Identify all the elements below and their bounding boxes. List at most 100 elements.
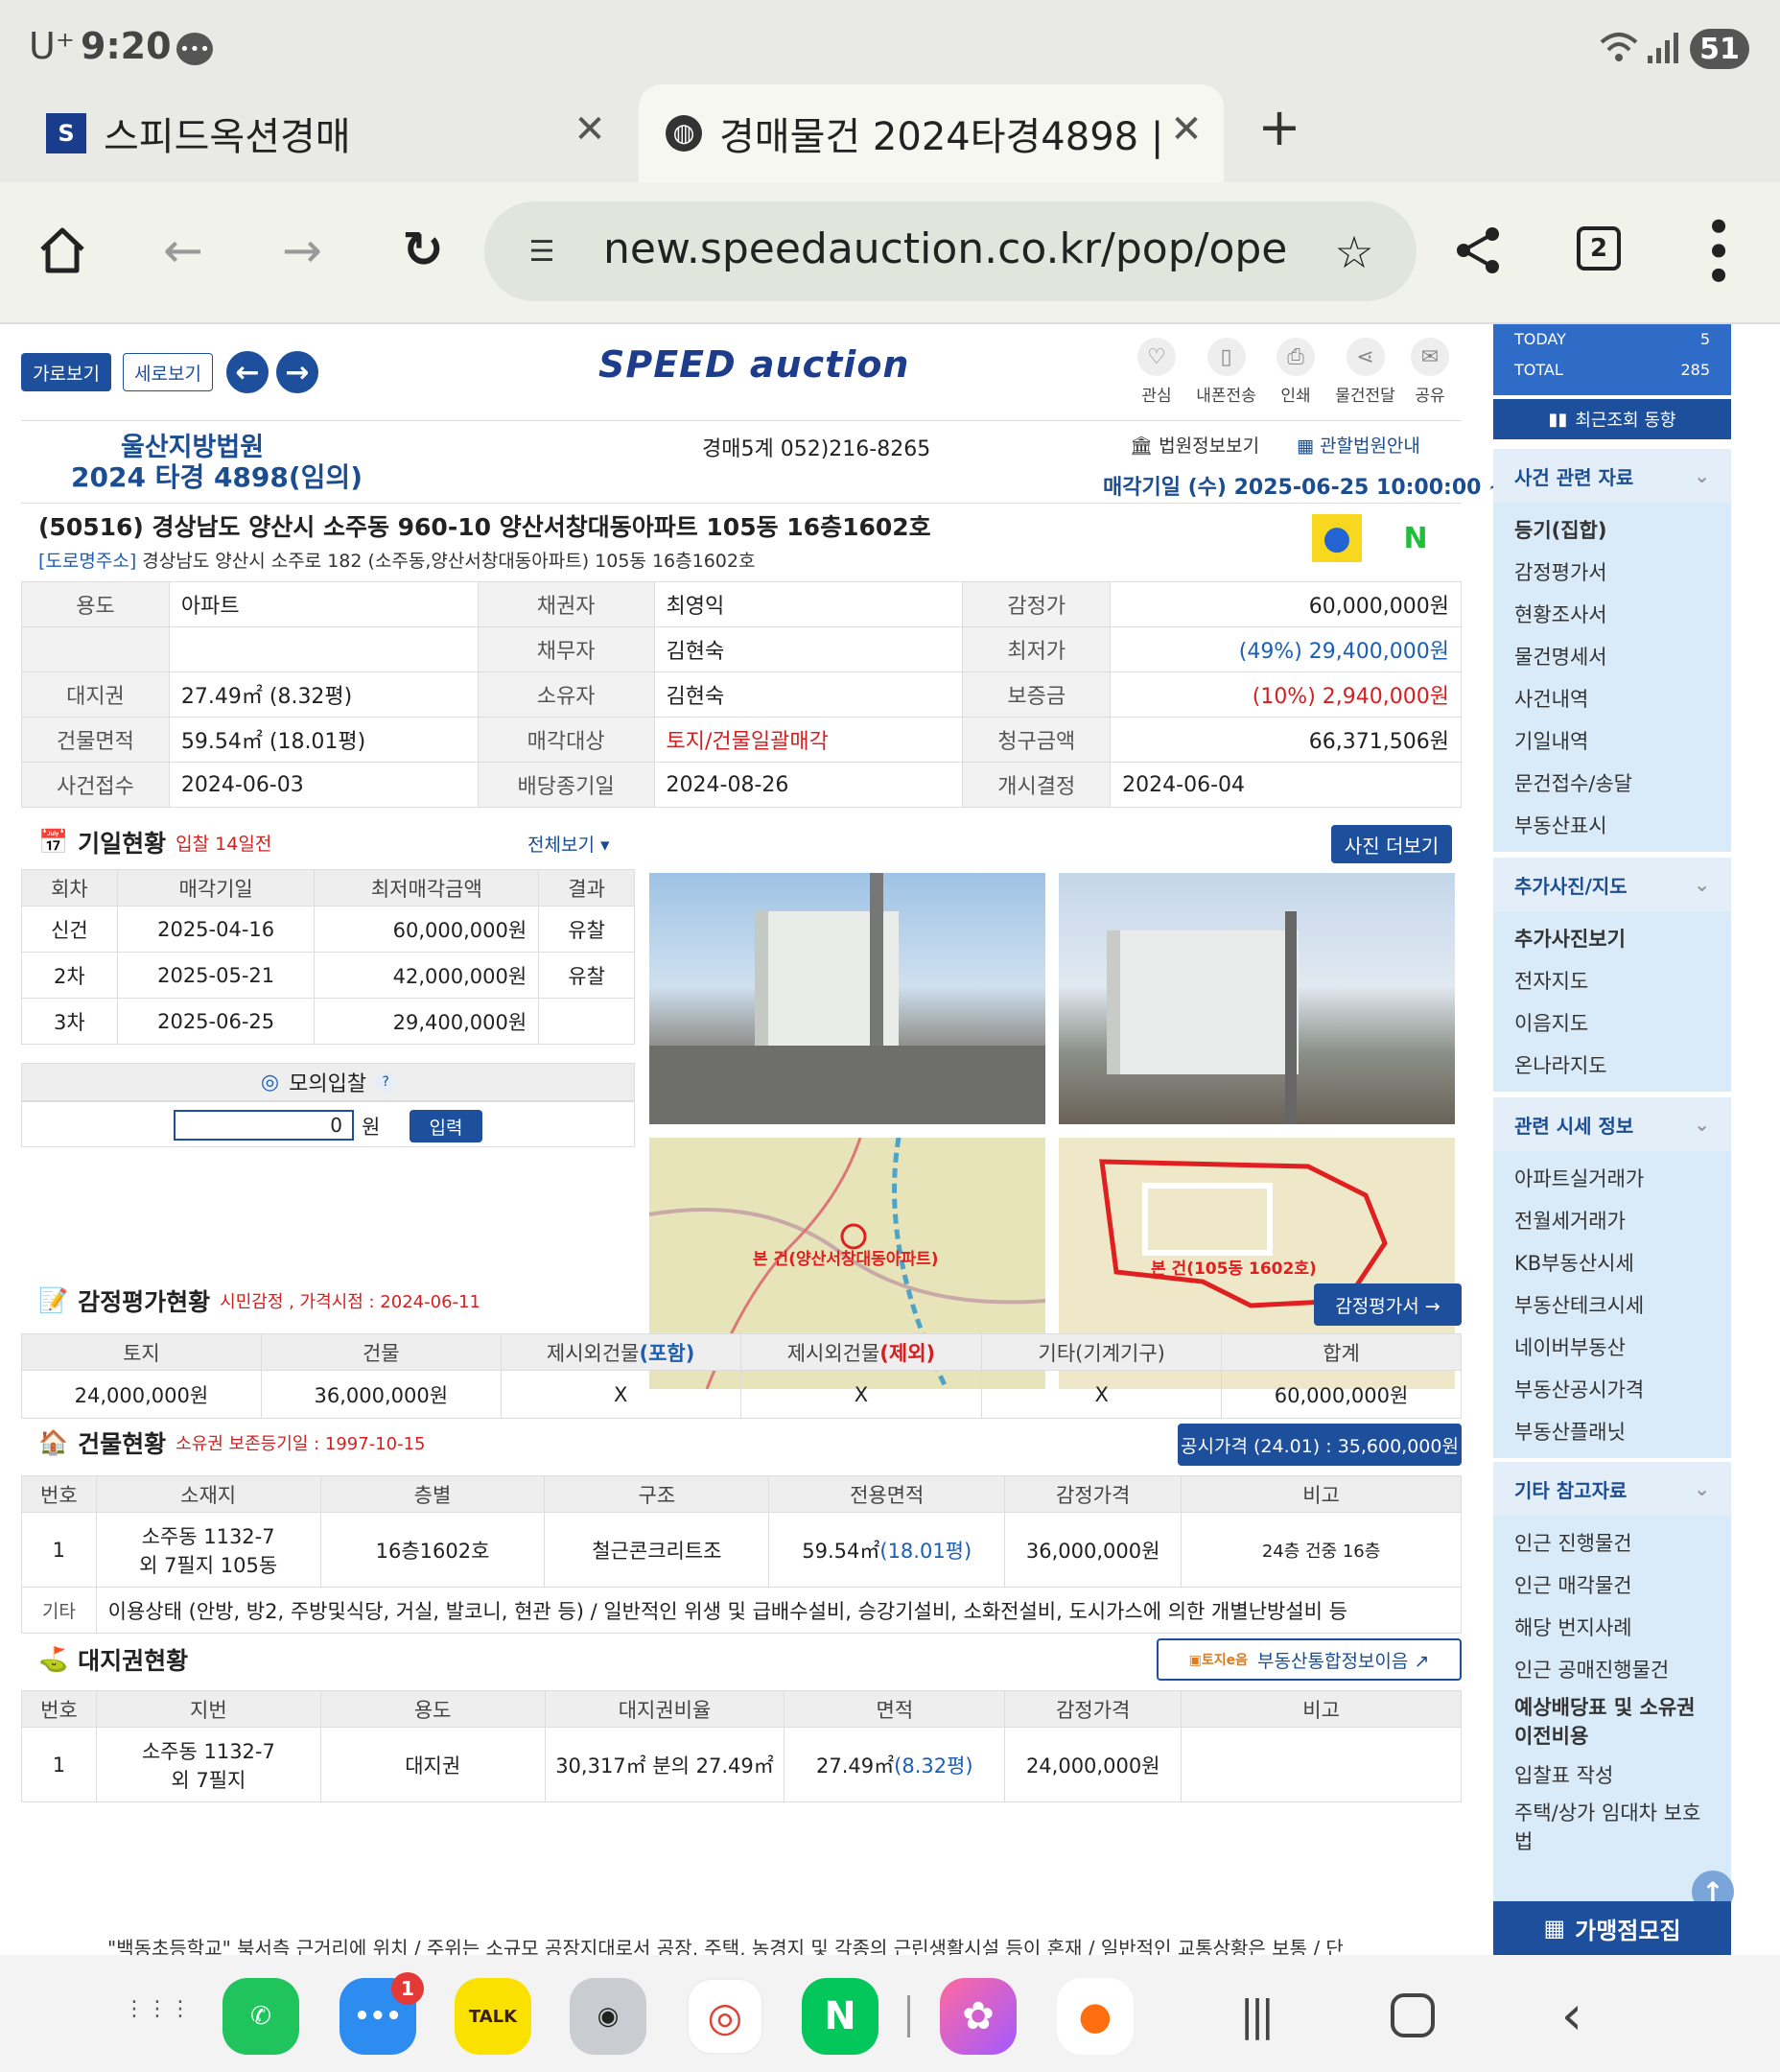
sidebar-item[interactable]: 전자지도 xyxy=(1493,959,1731,1001)
sidebar-item[interactable]: 추가사진보기 xyxy=(1493,917,1731,959)
court-info-link[interactable]: 🏛 법원정보보기 xyxy=(1130,432,1259,458)
sidebar-item[interactable]: 전월세거래가 xyxy=(1493,1199,1731,1241)
more-photos-button[interactable]: 사진 더보기 xyxy=(1331,825,1452,863)
vertical-view-button[interactable]: 세로보기 xyxy=(123,353,213,391)
info-row: 용도 아파트 채권자 최영익 감정가 60,000,000원 xyxy=(21,581,1462,627)
sidebar-section-header[interactable]: 관련 시세 정보 ⌄ xyxy=(1493,1097,1731,1151)
address-bar[interactable]: ☰ new.speedauction.co.kr/pop/ope ☆ xyxy=(484,201,1417,301)
sidebar-item[interactable]: 예상배당표 및 소유권 이전비용 xyxy=(1493,1690,1731,1754)
app-drawer-icon[interactable]: ⋮⋮⋮ xyxy=(124,1986,191,2034)
back-button-icon[interactable]: ‹ xyxy=(1548,1985,1596,2047)
official-price-button[interactable]: 공시가격 (24.01) : 35,600,000원 xyxy=(1178,1424,1462,1466)
table-header: 번호 지번 용도 대지권비율 면적 감정가격 비고 xyxy=(21,1690,1462,1728)
naver-app-icon[interactable]: N xyxy=(802,1978,878,2055)
home-button-icon[interactable] xyxy=(1391,1993,1435,2037)
eum-link-button[interactable]: ▣토지e음 부동산통합정보이음 ↗ xyxy=(1157,1638,1462,1681)
more-menu-icon[interactable]: ••• xyxy=(1695,214,1739,288)
new-tab-icon[interactable]: + xyxy=(1253,97,1306,157)
sidebar-section-header[interactable]: 기타 참고자료 ⌄ xyxy=(1493,1462,1731,1516)
forward-icon[interactable]: → xyxy=(276,223,328,278)
franchise-banner[interactable]: ▦ 가맹점모집 xyxy=(1493,1901,1731,1955)
sidebar-item[interactable]: 온나라지도 xyxy=(1493,1044,1731,1086)
sidebar-item[interactable]: KB부동산시세 xyxy=(1493,1241,1731,1283)
camera-app-icon[interactable]: ◉ xyxy=(570,1978,646,2055)
sidebar-item[interactable]: 사건내역 xyxy=(1493,677,1731,719)
appraisal-section-title: 📝 감정평가현황 시민감정 , 가격시점 : 2024-06-11 xyxy=(38,1286,480,1316)
calendar-icon: 📅 xyxy=(38,828,69,856)
close-tab-icon[interactable]: ✕ xyxy=(566,106,614,153)
recent-apps-icon[interactable]: ||| xyxy=(1231,1991,1279,2040)
clock: 9:20 xyxy=(81,25,172,67)
back-icon[interactable]: ← xyxy=(157,223,209,278)
sidebar-item[interactable]: 인근 매각물건 xyxy=(1493,1564,1731,1606)
browser-toolbar: ← → ↻ ☰ new.speedauction.co.kr/pop/ope ☆… xyxy=(0,182,1780,324)
tab-auction-item[interactable]: ◍ 경매물건 2024타경4898 | xyxy=(639,84,1224,182)
land-section-title: ⛳ 대지권현황 xyxy=(38,1645,189,1675)
reload-icon[interactable]: ↻ xyxy=(397,222,449,279)
site-settings-icon[interactable]: ☰ xyxy=(521,230,563,272)
sidebar-section-header[interactable]: 사건 관련 자료 ⌄ xyxy=(1493,449,1731,503)
sidebar-item[interactable]: 해당 번지사례 xyxy=(1493,1606,1731,1648)
url-text[interactable]: new.speedauction.co.kr/pop/ope xyxy=(603,224,1287,273)
appraisal-header-excluded: 제시외건물(제외) xyxy=(739,1333,983,1371)
sidebar-item[interactable]: 현황조사서 xyxy=(1493,593,1731,635)
favorite-action[interactable]: ♡ 관심 xyxy=(1128,338,1185,406)
mock-bid-input[interactable]: 0 xyxy=(174,1110,354,1141)
help-icon[interactable]: ? xyxy=(376,1072,396,1092)
court-guide-link[interactable]: ▦ 관할법원안내 xyxy=(1297,432,1420,458)
utility-pole-image xyxy=(1285,911,1297,1124)
heart-icon: ♡ xyxy=(1137,338,1176,376)
sidebar-item[interactable]: 문건접수/송달 xyxy=(1493,762,1731,804)
close-tab-icon[interactable]: ✕ xyxy=(1162,106,1210,153)
court-building-icon: 🏛 xyxy=(1130,436,1159,457)
sidebar-item[interactable]: 이음지도 xyxy=(1493,1001,1731,1044)
share-icon[interactable] xyxy=(1452,224,1504,276)
sidebar-section-header[interactable]: 추가사진/지도 ⌄ xyxy=(1493,858,1731,911)
property-photo-1[interactable] xyxy=(649,873,1045,1124)
property-photo-2[interactable] xyxy=(1059,873,1455,1124)
share-nodes-icon: ⋖ xyxy=(1346,338,1385,376)
sidebar-item[interactable]: 주택/상가 임대차 보호법 xyxy=(1493,1796,1731,1859)
building-table: 번호 소재지 층별 구조 전용면적 감정가격 비고 1 소주동 1132-7 외 7필지 10… xyxy=(21,1475,1463,1634)
sidebar-item[interactable]: 등기(집합) xyxy=(1493,508,1731,551)
carrot-market-app-icon[interactable]: ● xyxy=(1057,1978,1134,2055)
sidebar-item[interactable]: 물건명세서 xyxy=(1493,635,1731,677)
web-page: 가로보기 세로보기 ← → SPEED auction ♡ 관심 ▯ 내폰전송 ⎙ 인… xyxy=(0,324,1780,1955)
sidebar-item[interactable]: 부동산표시 xyxy=(1493,804,1731,846)
share-action[interactable]: ✉ 공유 xyxy=(1406,338,1454,406)
bookmark-star-icon[interactable]: ☆ xyxy=(1330,226,1378,278)
sidebar-item[interactable]: 부동산공시가격 xyxy=(1493,1368,1731,1410)
sidebar-item[interactable]: 감정평가서 xyxy=(1493,551,1731,593)
tab-count-button[interactable]: 2 xyxy=(1577,226,1621,271)
mock-bid-submit-button[interactable]: 입력 xyxy=(410,1110,482,1142)
prev-arrow-icon[interactable]: ← xyxy=(226,351,269,393)
map-pin-icon[interactable]: ● xyxy=(1312,514,1362,562)
recent-views-button[interactable]: ▮▮ 최근조회 동향 xyxy=(1493,399,1731,439)
tab-speedauction[interactable]: S 스피드옥션경매 xyxy=(46,84,621,182)
sidebar-item[interactable]: 입찰표 작성 xyxy=(1493,1754,1731,1796)
sidebar-item[interactable]: 기일내역 xyxy=(1493,719,1731,762)
sale-date: 매각기일 (수) 2025-06-25 10:00:00 ~ xyxy=(1103,476,1507,500)
appraisal-report-button[interactable]: 감정평가서 → xyxy=(1314,1283,1462,1326)
naver-map-icon[interactable]: N xyxy=(1391,514,1440,562)
sidebar-item[interactable]: 네이버부동산 xyxy=(1493,1326,1731,1368)
chrome-app-icon[interactable]: ◎ xyxy=(687,1978,763,2055)
next-arrow-icon[interactable]: → xyxy=(276,351,318,393)
sidebar-item[interactable]: 부동산테크시세 xyxy=(1493,1283,1731,1326)
sidebar-item[interactable]: 부동산플래닛 xyxy=(1493,1410,1731,1452)
phone-app-icon[interactable]: ✆ xyxy=(222,1978,299,2055)
kakaotalk-app-icon[interactable]: TALK xyxy=(455,1978,531,2055)
horizontal-view-button[interactable]: 가로보기 xyxy=(21,353,111,391)
info-row: 대지권 27.49㎡ (8.32평) 소유자 김현숙 보증금 (10%) 2,940,00… xyxy=(21,671,1462,718)
view-all-link[interactable]: 전체보기 ▾ xyxy=(527,831,610,857)
sidebar-item[interactable]: 아파트실거래가 xyxy=(1493,1157,1731,1199)
print-action[interactable]: ⎙ 인쇄 xyxy=(1267,338,1324,406)
action-icons: ♡ 관심 ▯ 내폰전송 ⎙ 인쇄 ⋖ 물건전달 ✉ 공유 xyxy=(1128,338,1454,406)
gallery-app-icon[interactable]: ✿ xyxy=(940,1978,1017,2055)
sidebar-item[interactable]: 인근 공매진행물건 xyxy=(1493,1648,1731,1690)
send-to-phone-action[interactable]: ▯ 내폰전송 xyxy=(1188,338,1265,406)
chevron-down-icon: ⌄ xyxy=(1694,873,1710,896)
sidebar-item[interactable]: 인근 진행물건 xyxy=(1493,1521,1731,1564)
home-icon[interactable] xyxy=(36,224,88,276)
forward-item-action[interactable]: ⋖ 물건전달 xyxy=(1327,338,1404,406)
